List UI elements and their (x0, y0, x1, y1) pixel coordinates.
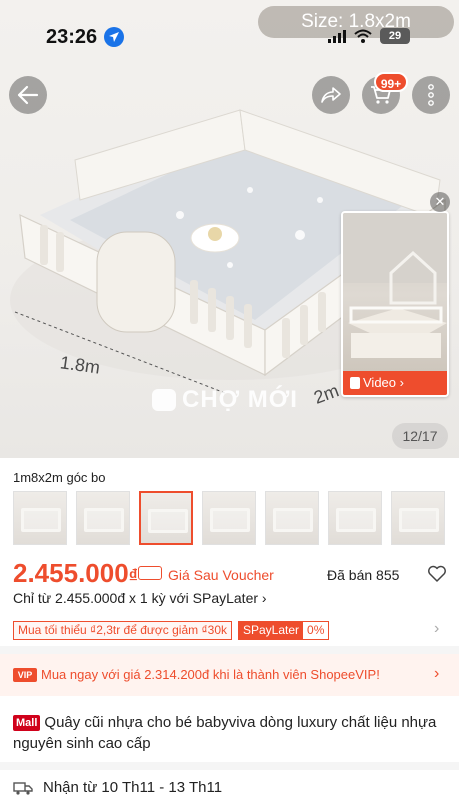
video-button[interactable]: Video › (343, 371, 447, 395)
divider (0, 762, 459, 770)
signal-icon (328, 29, 346, 43)
variant-thumb-6[interactable] (328, 491, 382, 545)
price: 2.455.000₫ (13, 558, 138, 589)
watermark: CHỢ MỚI (152, 386, 298, 414)
watermark-logo-icon (152, 389, 176, 411)
share-button[interactable] (312, 76, 350, 114)
share-icon (321, 87, 341, 103)
back-button[interactable] (9, 76, 47, 114)
status-icons: 29 (328, 28, 410, 44)
delivery-text: Nhận từ 10 Th11 - 13 Th11 (43, 779, 223, 796)
chevron-right-icon[interactable]: › (434, 620, 439, 638)
location-icon (104, 27, 124, 47)
divider (0, 646, 459, 654)
variant-thumbnails (13, 491, 445, 545)
spaylater-text: Chỉ từ 2.455.000đ x 1 kỳ với SPayLater (13, 590, 259, 606)
delivery-info[interactable]: Nhận từ 10 Th11 - 13 Th11 (13, 779, 222, 796)
price-currency: ₫ (128, 566, 138, 586)
arrow-left-icon (17, 85, 39, 105)
vip-text: Mua ngay với giá 2.314.200đ khi là thành… (41, 667, 380, 682)
variant-thumb-1[interactable] (13, 491, 67, 545)
min-spend-tag: Mua tối thiểu ₫2,3tr để được giảm ₫30k (13, 621, 232, 640)
variant-title: 1m8x2m góc bo (13, 470, 106, 485)
sold-count: Đã bán 855 (327, 567, 400, 583)
wifi-icon (354, 29, 372, 43)
product-page: Size: 1.8x2m 23:26 29 99+ 1.8m 2m CHỢ MỚ… (0, 0, 459, 800)
truck-icon (13, 781, 33, 795)
variant-thumb-2[interactable] (76, 491, 130, 545)
chevron-right-icon: › (434, 665, 440, 682)
spaylater-installment[interactable]: Chỉ từ 2.455.000đ x 1 kỳ với SPayLater › (13, 590, 267, 606)
play-icon (350, 377, 360, 389)
cart-badge: 99+ (374, 72, 408, 92)
spaylater-tag: SPayLater 0% (238, 621, 330, 640)
video-close-button[interactable]: ✕ (430, 192, 450, 212)
price-value: 2.455.000 (13, 558, 129, 588)
video-scene (343, 213, 447, 358)
product-title: Mall Quây cũi nhựa cho bé babyviva dòng l… (13, 712, 443, 754)
spaylater-tag-label: SPayLater (239, 622, 304, 639)
chevron-right-icon: › (399, 375, 404, 390)
more-button[interactable] (412, 76, 450, 114)
chevron-right-icon: › (261, 590, 267, 606)
more-vertical-icon (428, 84, 434, 106)
heart-icon[interactable] (427, 565, 447, 583)
video-preview[interactable]: Video › (341, 211, 449, 397)
variant-thumb-7[interactable] (391, 491, 445, 545)
variant-thumb-4[interactable] (202, 491, 256, 545)
vip-badge: VIP (13, 668, 37, 682)
vip-banner[interactable]: VIP Mua ngay với giá 2.314.200đ khi là t… (0, 654, 459, 696)
battery-icon: 29 (380, 28, 410, 44)
product-image-carousel[interactable]: Size: 1.8x2m 23:26 29 99+ 1.8m 2m CHỢ MỚ… (0, 0, 459, 458)
video-label: Video (363, 375, 397, 390)
variant-thumb-3[interactable] (139, 491, 193, 545)
price-label: Giá Sau Voucher (168, 567, 274, 583)
status-time: 23:26 (46, 26, 98, 48)
voucher-icon (138, 566, 162, 580)
watermark-text: CHỢ MỚI (182, 386, 298, 413)
variant-thumb-5[interactable] (265, 491, 319, 545)
spaylater-tag-value: 0% (303, 622, 329, 639)
product-title-text: Quây cũi nhựa cho bé babyviva dòng luxur… (13, 714, 437, 752)
promo-tags[interactable]: Mua tối thiểu ₫2,3tr để được giảm ₫30k S… (13, 621, 330, 640)
image-counter: 12/17 (392, 423, 448, 449)
mall-badge: Mall (13, 715, 41, 731)
